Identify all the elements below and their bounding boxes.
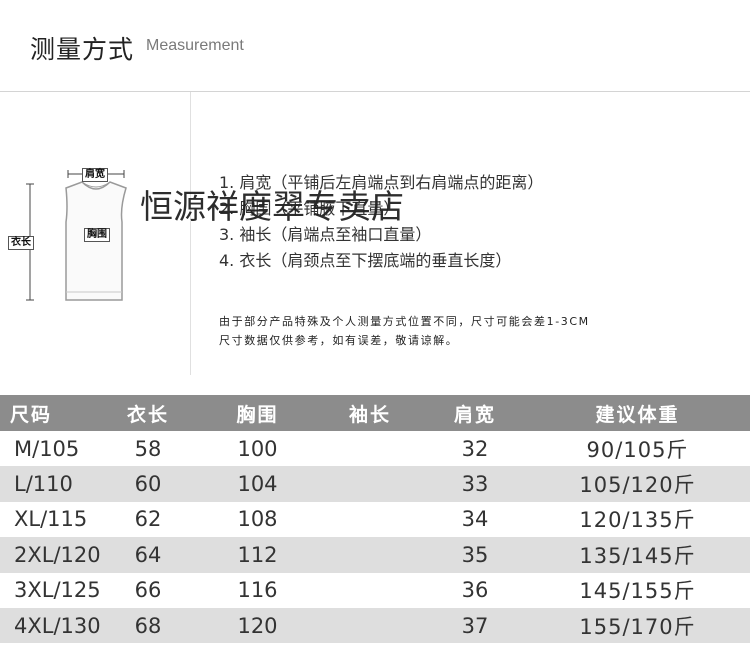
cell-length: 68 bbox=[134, 613, 162, 638]
cell-size: L/110 bbox=[14, 472, 73, 497]
section-title: 测量方式 bbox=[30, 35, 135, 64]
size-table-header: 尺码 衣长 胸围 袖长 肩宽 建议体重 bbox=[0, 395, 750, 431]
disclaimer-note: 由于部分产品特殊及个人测量方式位置不同，尺寸可能会差1-3CM 尺寸数据仅供参考… bbox=[219, 312, 590, 350]
table-row: M/105 58 100 32 90/105斤 bbox=[0, 431, 750, 466]
table-row: L/110 60 104 33 105/120斤 bbox=[0, 466, 750, 502]
table-row: XL/115 62 108 34 120/135斤 bbox=[0, 502, 750, 537]
header-shoulder: 肩宽 bbox=[453, 403, 496, 426]
cell-weight: 155/170斤 bbox=[579, 614, 696, 639]
cell-weight: 90/105斤 bbox=[586, 437, 689, 462]
cell-weight: 105/120斤 bbox=[579, 473, 696, 498]
cell-size: 2XL/120 bbox=[14, 542, 101, 567]
table-row: 3XL/125 66 116 36 145/155斤 bbox=[0, 573, 750, 608]
cell-size: 4XL/130 bbox=[14, 613, 101, 638]
cell-shoulder: 33 bbox=[461, 472, 489, 497]
header-sleeve: 袖长 bbox=[348, 403, 391, 426]
table-row: 4XL/130 68 120 37 155/170斤 bbox=[0, 607, 750, 644]
header-chest: 胸围 bbox=[236, 403, 279, 426]
instruction-item: 4. 衣长（肩颈点至下摆底端的垂直长度） bbox=[219, 251, 512, 270]
cell-length: 66 bbox=[134, 578, 162, 603]
divider-vertical bbox=[190, 92, 191, 375]
cell-shoulder: 32 bbox=[461, 436, 489, 461]
header-weight: 建议体重 bbox=[595, 403, 680, 426]
cell-size: XL/115 bbox=[14, 507, 88, 532]
cell-chest: 112 bbox=[237, 542, 278, 567]
cell-chest: 120 bbox=[237, 613, 278, 638]
cell-shoulder: 37 bbox=[461, 613, 489, 638]
header: 测量方式 Measurement bbox=[0, 0, 750, 92]
header-length: 衣长 bbox=[126, 403, 169, 426]
size-table: 尺码 衣长 胸围 袖长 肩宽 建议体重 M/105 58 100 32 90/1… bbox=[0, 395, 750, 644]
header-size: 尺码 bbox=[10, 403, 53, 426]
cell-chest: 104 bbox=[237, 472, 278, 497]
cell-shoulder: 35 bbox=[461, 542, 489, 567]
cell-size: M/105 bbox=[14, 436, 80, 461]
disclaimer-line: 尺寸数据仅供参考，如有误差，敬请谅解。 bbox=[219, 334, 459, 347]
cell-chest: 108 bbox=[237, 507, 278, 532]
section-subtitle: Measurement bbox=[146, 37, 244, 54]
disclaimer-line: 由于部分产品特殊及个人测量方式位置不同，尺寸可能会差1-3CM bbox=[219, 315, 590, 328]
cell-weight: 135/145斤 bbox=[579, 543, 696, 568]
store-watermark: 恒源祥度翠专卖店 bbox=[140, 187, 404, 226]
cell-weight: 145/155斤 bbox=[579, 579, 696, 604]
garment-diagram: 肩宽 衣长 胸围 bbox=[0, 92, 190, 375]
cell-size: 3XL/125 bbox=[14, 578, 101, 603]
cell-chest: 116 bbox=[237, 578, 278, 603]
cell-length: 60 bbox=[134, 472, 162, 497]
measurement-panel: 肩宽 衣长 胸围 1. 肩宽（平铺后左肩端点到右肩端点的距离） 2. 胸围（平铺… bbox=[0, 92, 750, 375]
length-tag: 衣长 bbox=[8, 236, 34, 250]
table-row: 2XL/120 64 112 35 135/145斤 bbox=[0, 537, 750, 573]
cell-length: 58 bbox=[134, 436, 162, 461]
shoulder-width-tag: 肩宽 bbox=[82, 168, 108, 182]
cell-weight: 120/135斤 bbox=[579, 508, 696, 533]
cell-shoulder: 36 bbox=[461, 578, 489, 603]
cell-length: 62 bbox=[134, 507, 162, 532]
cell-chest: 100 bbox=[237, 436, 278, 461]
cell-shoulder: 34 bbox=[461, 507, 489, 532]
chest-tag: 胸围 bbox=[84, 228, 110, 242]
cell-length: 64 bbox=[134, 542, 162, 567]
